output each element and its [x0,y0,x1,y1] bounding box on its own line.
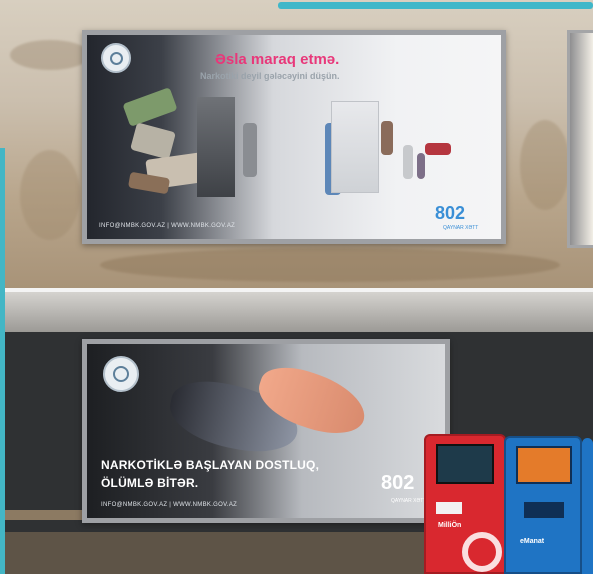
marble-texture [520,120,570,210]
kiosk-screen [516,446,572,484]
ad-footer-contacts: INFO@NMBK.GOV.AZ | WWW.NMBK.GOV.AZ [99,223,236,229]
kiosk-brand: eManat [520,538,545,545]
red-payment-kiosk: MilliÖn [424,434,506,574]
hotline-caption: QAYNAR XƏTT [391,498,427,504]
hotline-number: 802 [435,203,466,223]
ad-footer-contacts: INFO@NMBK.GOV.AZ | WWW.NMBK.GOV.AZ [101,502,238,508]
dark-doorway [197,97,235,197]
hotline-number: 802 [381,472,415,494]
photo-collage: Əsla maraq etmə. Narkotiki deyil gələcəy… [0,0,593,574]
child-figure [417,153,425,179]
agency-seal-icon [103,356,139,392]
adjacent-lightbox [567,30,593,248]
family-figure [403,145,413,179]
marble-texture [10,40,90,70]
crumbling-block [122,87,178,127]
kiosk-slot [524,502,564,518]
kiosk-slot [436,502,462,514]
ceiling-strip [0,292,593,332]
billboard-top: Əsla maraq etmə. Narkotiki deyil gələcəy… [82,30,506,244]
kiosk-logo-icon [462,532,502,572]
crumbling-block [130,122,176,160]
gift-box-figure [425,143,451,155]
ad-subheadline: Narkotiki deyil gələcəyini düşün. [200,71,340,81]
kiosk-brand: MilliÖn [438,522,462,529]
ad-headline: Əsla maraq etmə. [215,51,340,68]
hotline-caption: QAYNAR XƏTT [443,225,479,231]
metro-wall-bottom-photo: NARKOTİKLƏ BAŞLAYAN DOSTLUQ, ÖLÜMLƏ BİTƏ… [0,292,593,574]
marble-texture [20,150,80,240]
blue-payment-kiosk-edge [582,438,593,574]
ad-headline-line2: ÖLÜMLƏ BİTƏR. [101,476,199,490]
ad-headline-line1: NARKOTİKLƏ BAŞLAYAN DOSTLUQ, [101,458,320,472]
frame-accent-side [0,148,5,574]
metro-wall-top-photo: Əsla maraq etmə. Narkotiki deyil gələcəy… [0,0,593,288]
ghost-figure [243,123,257,177]
running-figure [381,121,393,155]
blue-payment-kiosk: eManat [504,436,582,574]
kiosk-screen [436,444,494,484]
white-doorway [331,101,379,193]
agency-seal-icon [101,43,131,73]
billboard-bottom: NARKOTİKLƏ BAŞLAYAN DOSTLUQ, ÖLÜMLƏ BİTƏ… [82,339,450,523]
frame-accent-bar [278,2,593,9]
marble-texture [100,248,560,282]
